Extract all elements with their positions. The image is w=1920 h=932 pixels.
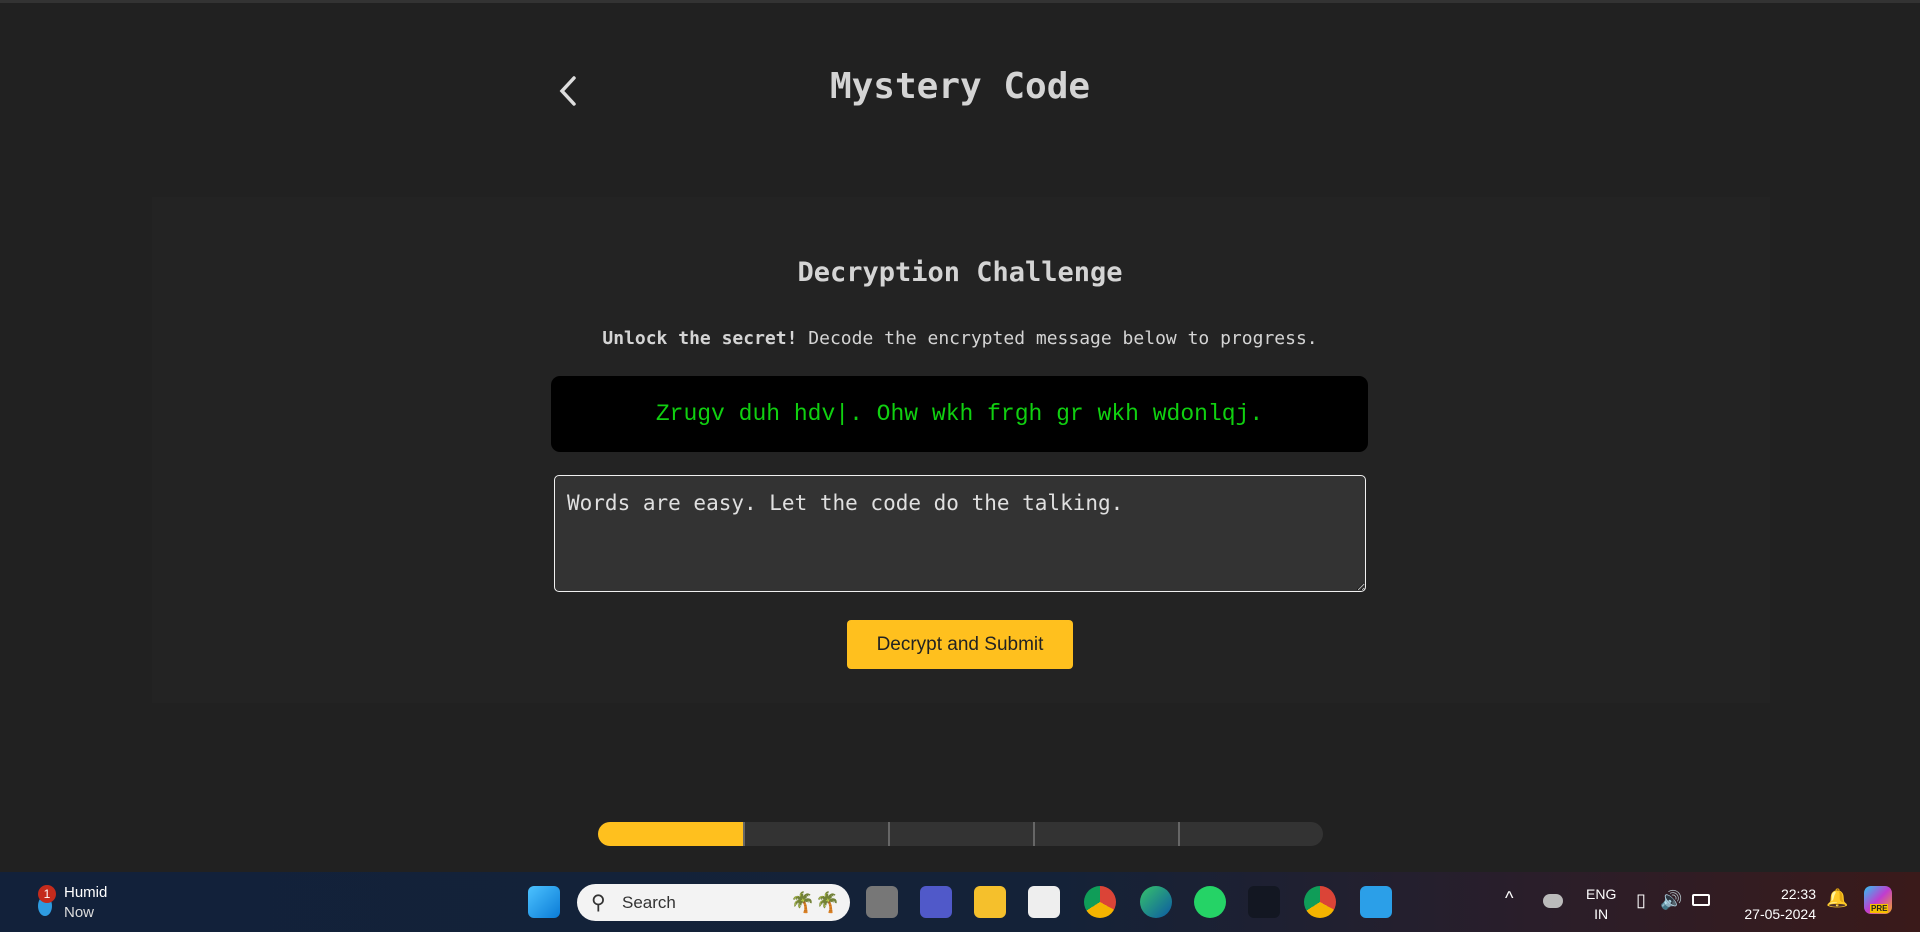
lang-2: IN xyxy=(1594,906,1609,922)
progress-fill xyxy=(598,822,743,846)
copilot-badge: PRE xyxy=(1870,904,1889,913)
onedrive-icon[interactable] xyxy=(1543,894,1563,908)
bell-icon[interactable]: 🔔 xyxy=(1826,888,1848,909)
battery-icon[interactable] xyxy=(1692,894,1710,906)
progress-divider xyxy=(1178,822,1180,846)
window-top-border xyxy=(0,0,1920,3)
challenge-heading: Decryption Challenge xyxy=(797,257,1123,288)
tradingview-icon[interactable] xyxy=(1248,886,1280,918)
encrypted-message: Zrugv duh hdv|. Ohw wkh frgh gr wkh wdon… xyxy=(551,376,1368,452)
hammock-icon: 🌴🌴 xyxy=(790,892,840,914)
task-view-icon[interactable] xyxy=(866,886,898,918)
chrome-active-icon[interactable] xyxy=(1304,886,1336,918)
volume-icon[interactable]: 🔊 xyxy=(1660,890,1682,911)
weather-sub: Now xyxy=(64,904,95,921)
chevron-up-icon[interactable]: ^ xyxy=(1505,888,1513,909)
clock[interactable]: 22:33 27-05-2024 xyxy=(1736,884,1816,924)
date: 27-05-2024 xyxy=(1744,906,1816,922)
taskbar-search[interactable]: ⚲ Search 🌴🌴 xyxy=(577,884,850,921)
answer-input[interactable]: Words are easy. Let the code do the talk… xyxy=(554,475,1366,592)
start-icon[interactable] xyxy=(528,886,560,918)
challenge-intro: Unlock the secret! Decode the encrypted … xyxy=(0,328,1920,349)
progress-divider xyxy=(1033,822,1035,846)
decrypt-submit-button[interactable]: Decrypt and Submit xyxy=(847,620,1073,669)
language-indicator[interactable]: ENG IN xyxy=(1586,884,1616,924)
network-icon[interactable]: ▯ xyxy=(1636,890,1646,911)
chrome-icon[interactable] xyxy=(1084,886,1116,918)
search-placeholder: Search xyxy=(622,893,676,912)
page-title: Mystery Code xyxy=(829,66,1091,107)
lang-1: ENG xyxy=(1586,886,1617,902)
weather-widget[interactable]: 1 Humid Now xyxy=(24,884,124,922)
copilot-icon[interactable]: PRE xyxy=(1864,886,1892,914)
intro-text: Decode the encrypted message below to pr… xyxy=(797,328,1318,349)
file-explorer-icon[interactable] xyxy=(974,886,1006,918)
intro-bold: Unlock the secret! xyxy=(602,328,798,349)
teams-icon[interactable] xyxy=(920,886,952,918)
edge-icon[interactable] xyxy=(1140,886,1172,918)
time: 22:33 xyxy=(1780,886,1816,902)
progress-divider xyxy=(743,822,745,846)
weather-title: Humid xyxy=(64,884,108,901)
search-icon: ⚲ xyxy=(591,892,606,914)
progress-bar xyxy=(598,822,1323,846)
progress-divider xyxy=(888,822,890,846)
store-icon[interactable] xyxy=(1028,886,1060,918)
vscode-icon[interactable] xyxy=(1360,886,1392,918)
whatsapp-icon[interactable] xyxy=(1194,886,1226,918)
taskbar: 1 Humid Now ⚲ Search 🌴🌴 ^ ENG IN ▯ 🔊 22:3… xyxy=(0,872,1920,932)
notification-badge: 1 xyxy=(38,885,56,903)
